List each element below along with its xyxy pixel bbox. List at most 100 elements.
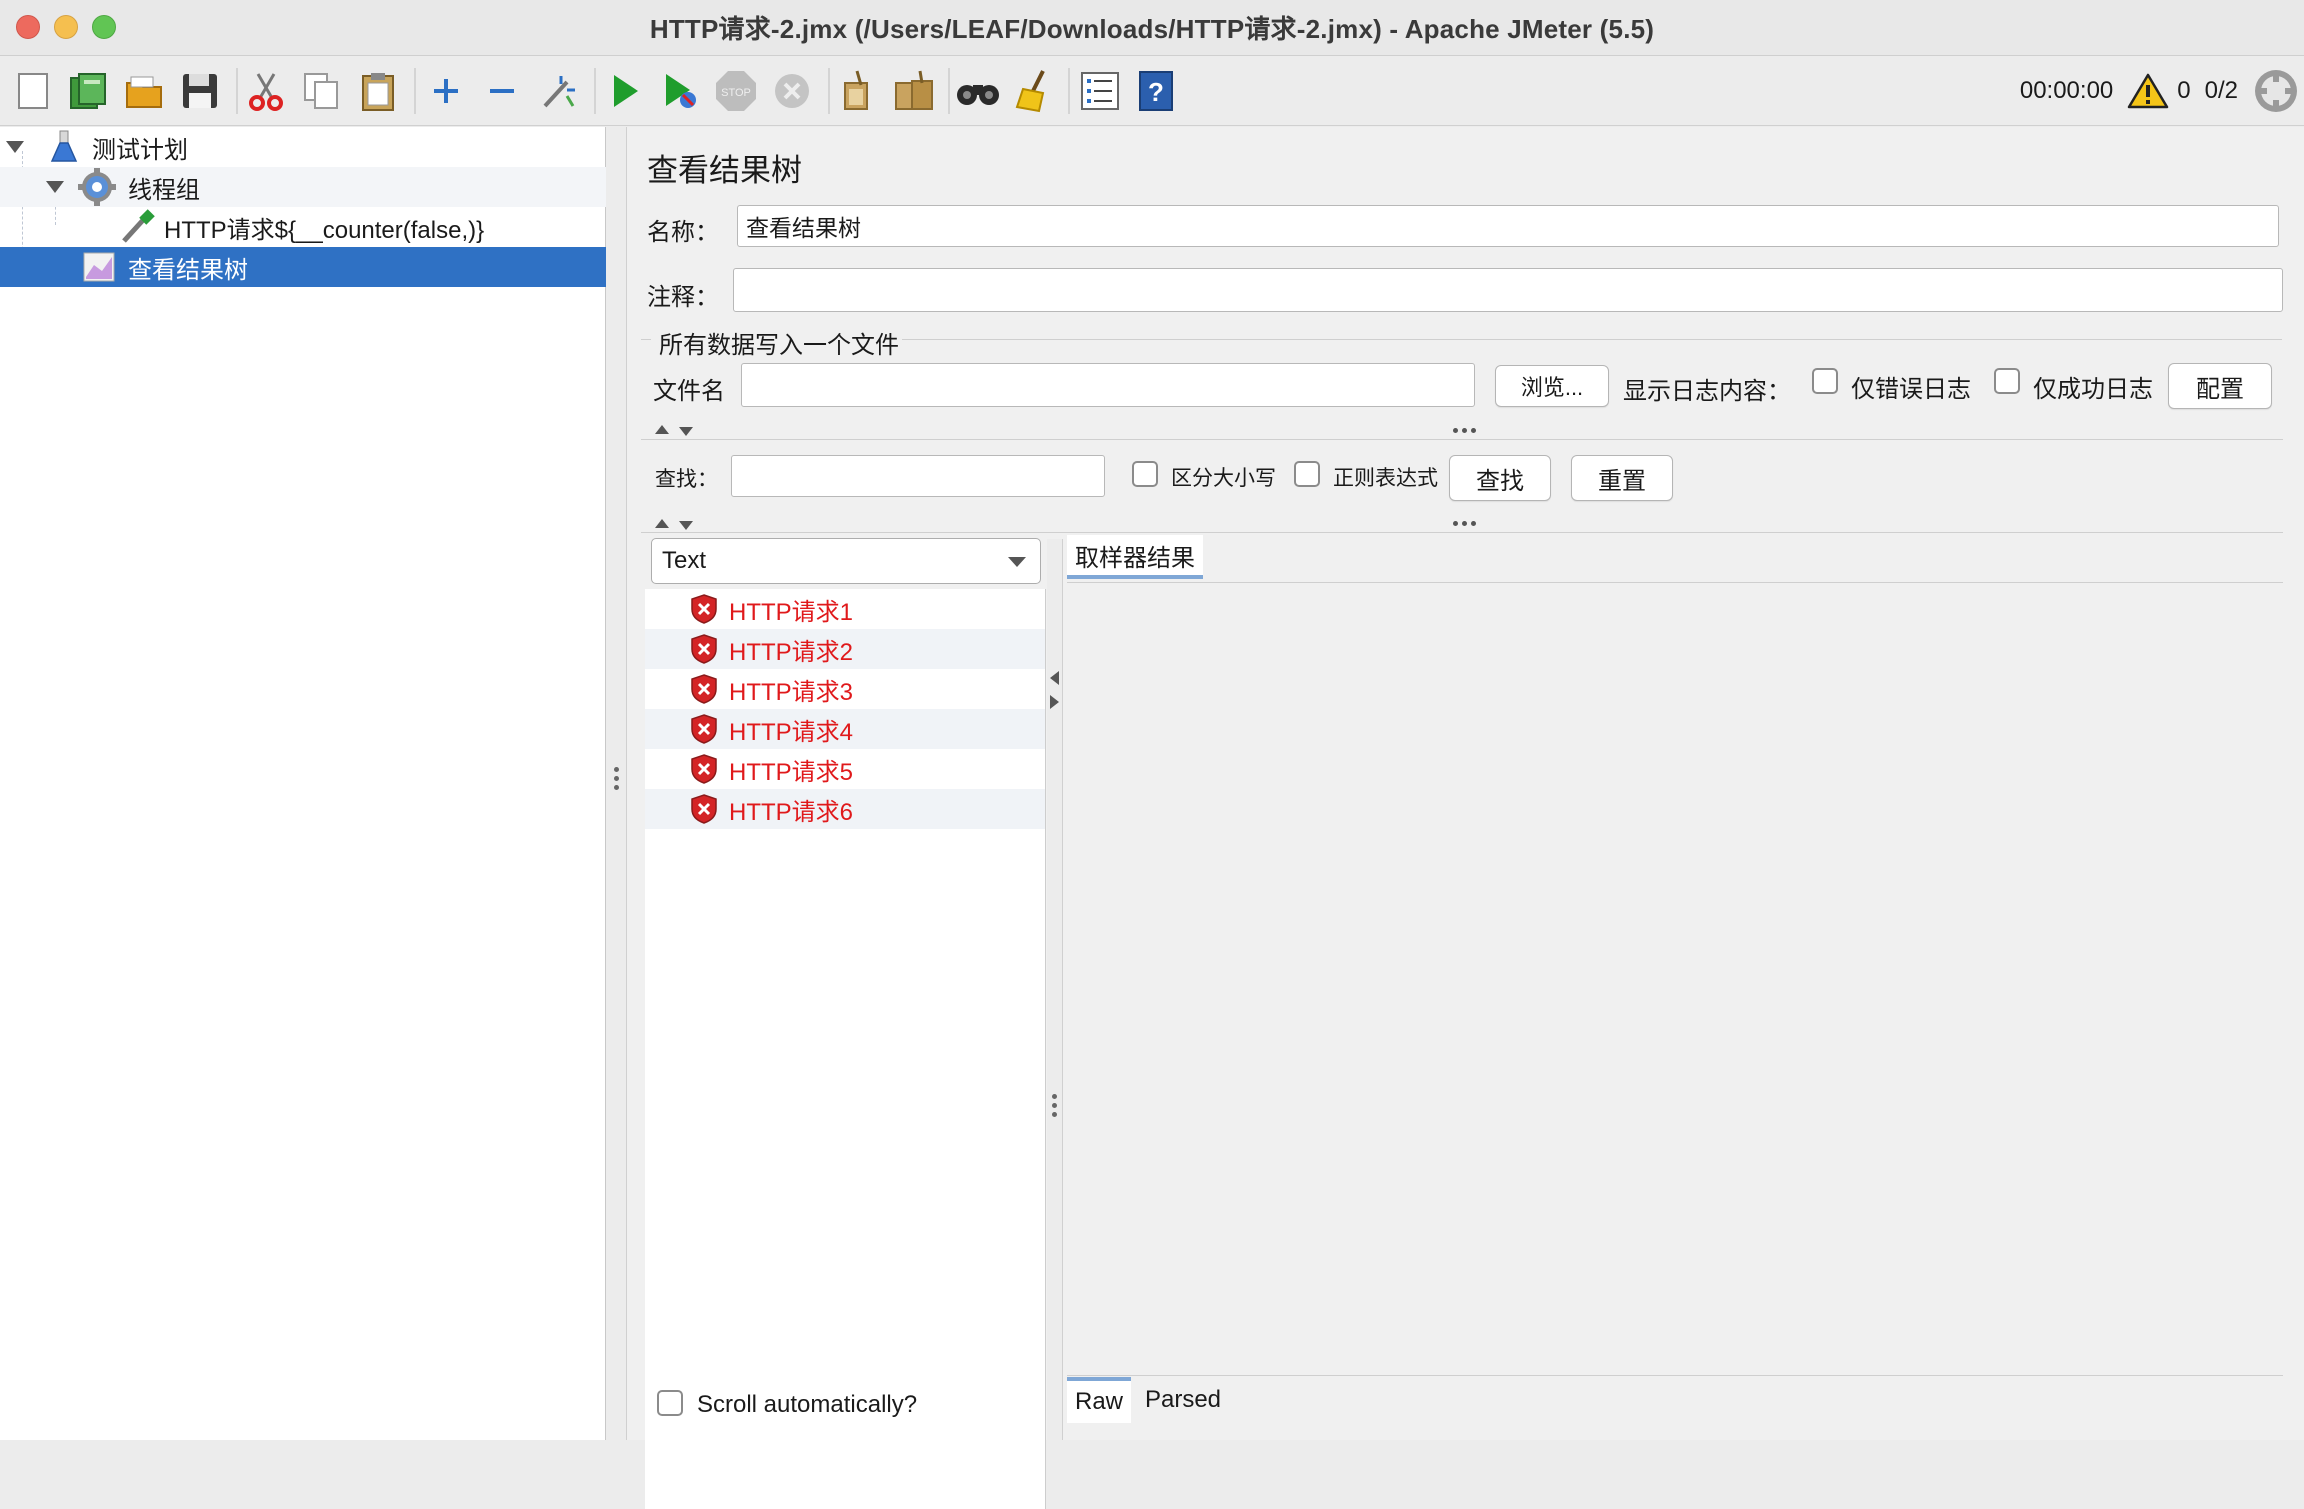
help-icon: ?: [1139, 71, 1173, 111]
remote-status-icon: [2255, 70, 2297, 112]
sample-result-item[interactable]: HTTP请求1: [645, 589, 1045, 629]
sample-result-item[interactable]: HTTP请求5: [645, 749, 1045, 789]
stop-button[interactable]: STOP: [712, 66, 760, 116]
zoom-window-button[interactable]: [92, 15, 116, 39]
success-only-checkbox[interactable]: [1994, 368, 2020, 394]
log-content-label: 显示日志内容：: [1623, 378, 1791, 405]
view-results-tree-panel: 查看结果树 名称： 查看结果树 注释： 所有数据写入一个文件 文件名 浏览...…: [627, 127, 2304, 1509]
toolbar-separator: [948, 68, 950, 114]
toolbar-separator: [414, 68, 416, 114]
expand-all-button[interactable]: [422, 66, 470, 116]
binoculars-icon: [957, 85, 999, 105]
plus-icon: [434, 79, 458, 103]
shutdown-button[interactable]: [768, 66, 816, 116]
success-only-label: 仅成功日志: [2033, 376, 2153, 403]
error-shield-icon: [691, 594, 717, 624]
splitter-grip: [1052, 1094, 1058, 1121]
collapse-up-arrow[interactable]: [655, 519, 669, 528]
clear-all-broom-icon: [895, 70, 933, 110]
sample-result-label: HTTP请求1: [729, 598, 854, 626]
help-button[interactable]: ?: [1132, 66, 1180, 116]
search-button[interactable]: [954, 66, 1002, 116]
browse-button[interactable]: 浏览...: [1495, 365, 1609, 407]
window-title: HTTP请求-2.jmx (/Users/LEAF/Downloads/HTTP…: [649, 14, 1655, 44]
name-field[interactable]: 查看结果树: [737, 205, 2279, 247]
tab-parsed[interactable]: Parsed: [1139, 1377, 1227, 1423]
error-shield-icon: [691, 754, 717, 784]
svg-text:?: ?: [1148, 77, 1164, 107]
sample-result-item[interactable]: HTTP请求4: [645, 709, 1045, 749]
paste-button[interactable]: [354, 66, 402, 116]
copy-icon: [304, 73, 338, 109]
scroll-automatically-label: Scroll automatically?: [697, 1391, 918, 1418]
filename-field[interactable]: [741, 363, 1475, 407]
tree-item-thread-group[interactable]: 线程组: [0, 167, 606, 207]
tree-expand-arrow[interactable]: [6, 141, 24, 153]
open-button[interactable]: [120, 66, 168, 116]
comment-field[interactable]: [733, 268, 2283, 312]
reset-button[interactable]: 重置: [1571, 455, 1673, 501]
minimize-window-button[interactable]: [54, 15, 78, 39]
regex-checkbox[interactable]: [1294, 461, 1320, 487]
new-icon: [18, 73, 48, 109]
sample-result-label: HTTP请求4: [729, 718, 854, 746]
tree-item-test-plan[interactable]: 测试计划: [0, 127, 606, 167]
warning-icon[interactable]: [2127, 72, 2169, 110]
file-section-title: 所有数据写入一个文件: [659, 332, 899, 359]
collapse-down-arrow[interactable]: [679, 427, 693, 436]
search-label: 查找：: [655, 468, 718, 491]
clear-all-button[interactable]: [890, 66, 938, 116]
splitter-grip[interactable]: [1453, 521, 1476, 526]
errors-only-checkbox[interactable]: [1812, 368, 1838, 394]
window-controls: [16, 15, 116, 39]
panel-title: 查看结果树: [647, 153, 802, 188]
start-button[interactable]: [600, 66, 648, 116]
main-splitter[interactable]: [607, 127, 627, 1440]
templates-button[interactable]: [64, 66, 112, 116]
sample-result-item[interactable]: HTTP请求2: [645, 629, 1045, 669]
toggle-button[interactable]: [534, 66, 582, 116]
case-sensitive-checkbox[interactable]: [1132, 461, 1158, 487]
function-helper-button[interactable]: [1076, 66, 1124, 116]
paste-icon: [362, 73, 394, 111]
copy-button[interactable]: [298, 66, 346, 116]
tree-expand-arrow[interactable]: [46, 181, 64, 193]
configure-button[interactable]: 配置: [2168, 363, 2272, 409]
sample-result-item[interactable]: HTTP请求3: [645, 669, 1045, 709]
reset-search-broom-icon: [1015, 70, 1045, 113]
scroll-automatically-checkbox[interactable]: [657, 1390, 683, 1416]
shutdown-icon: [775, 74, 809, 108]
splitter-line: [641, 532, 2283, 533]
stop-icon: STOP: [716, 71, 756, 111]
collapse-left-arrow[interactable]: [1050, 671, 1059, 685]
sample-result-label: HTTP请求6: [729, 798, 854, 826]
tree-item-view-results-tree[interactable]: 查看结果树: [0, 247, 606, 287]
find-button[interactable]: 查找: [1449, 455, 1551, 501]
collapse-up-arrow[interactable]: [655, 425, 669, 434]
renderer-select[interactable]: Text: [651, 538, 1041, 584]
tab-raw[interactable]: Raw: [1067, 1377, 1131, 1423]
splitter-grip[interactable]: [1453, 428, 1476, 433]
section-border: [902, 339, 2282, 340]
sample-result-item[interactable]: HTTP请求6: [645, 789, 1045, 829]
error-shield-icon: [691, 674, 717, 704]
http-sampler-pipette-icon: [122, 209, 155, 243]
collapse-right-arrow[interactable]: [1050, 695, 1059, 709]
collapse-all-button[interactable]: [478, 66, 526, 116]
tree-item-label: 测试计划: [92, 136, 188, 164]
search-input[interactable]: [731, 455, 1105, 497]
section-border: [641, 339, 651, 340]
test-plan-tree: 测试计划 线程组 HTTP请求${__counter(false,)} 查看结果…: [0, 127, 606, 1440]
clear-button[interactable]: [834, 66, 882, 116]
cut-button[interactable]: [242, 66, 290, 116]
close-window-button[interactable]: [16, 15, 40, 39]
tab-sampler-result[interactable]: 取样器结果: [1067, 535, 1203, 579]
save-button[interactable]: [176, 66, 224, 116]
new-button[interactable]: [10, 66, 58, 116]
error-shield-icon: [691, 794, 717, 824]
results-splitter[interactable]: [1047, 539, 1063, 1440]
start-no-pauses-button[interactable]: [656, 66, 704, 116]
reset-search-button[interactable]: [1010, 66, 1058, 116]
collapse-down-arrow[interactable]: [679, 521, 693, 530]
tree-item-http-sampler[interactable]: HTTP请求${__counter(false,)}: [0, 207, 606, 247]
